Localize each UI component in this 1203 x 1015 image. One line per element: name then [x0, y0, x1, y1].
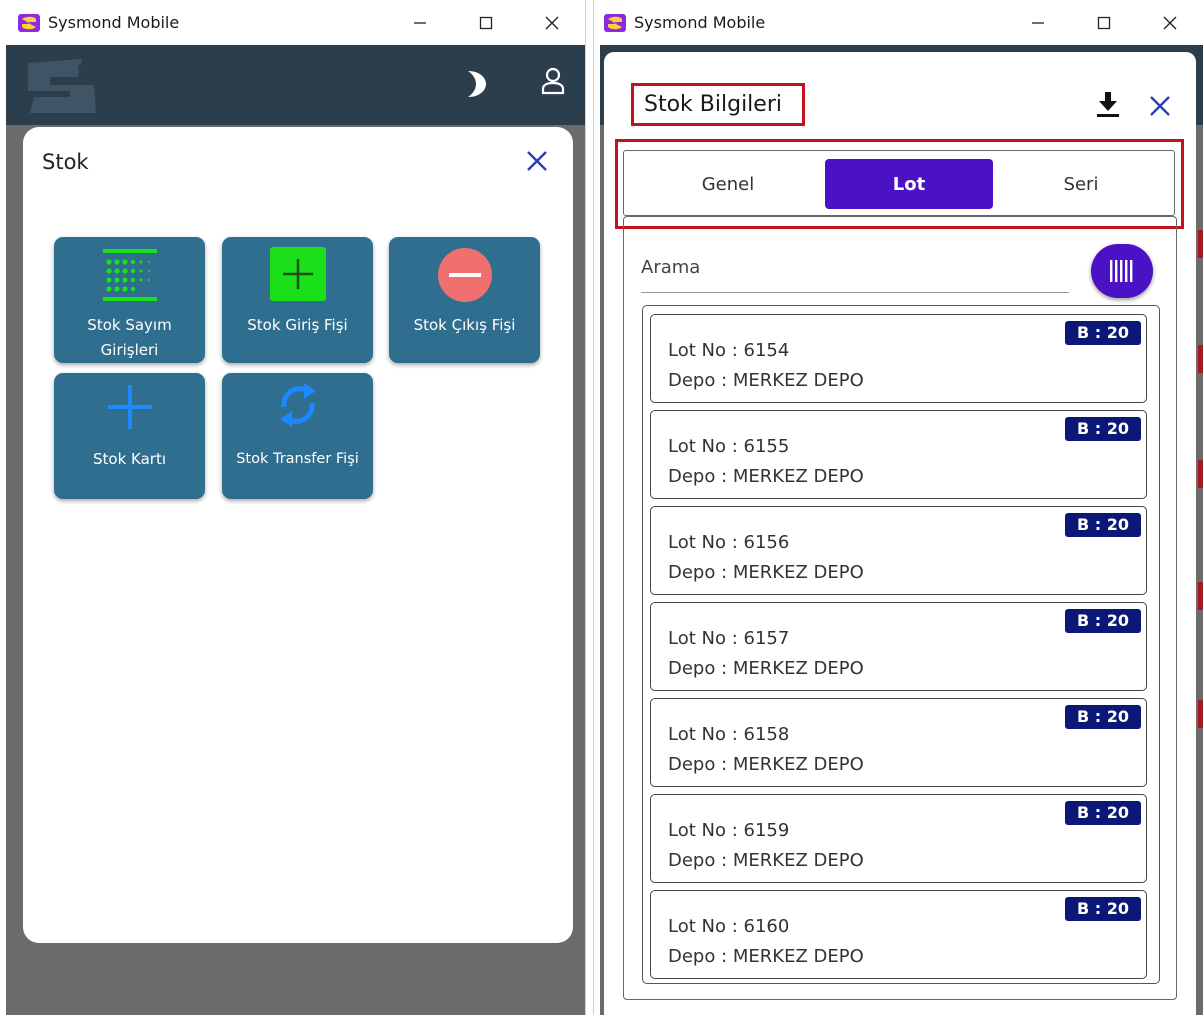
tile-stok-sayim-girisleri[interactable]: Stok Sayım Girişleri — [54, 237, 205, 363]
lot-list-item[interactable]: Lot No : 6157 Depo : MERKEZ DEPO B : 20 — [650, 602, 1147, 691]
quantity-badge: B : 20 — [1065, 609, 1141, 633]
quantity-badge: B : 20 — [1065, 801, 1141, 825]
tile-label: Stok Çıkış Fişi — [413, 316, 516, 334]
tile-stok-transfer-fisi[interactable]: Stok Transfer Fişi — [222, 373, 373, 499]
search-input[interactable]: Arama — [641, 257, 700, 278]
close-icon[interactable] — [519, 0, 585, 45]
quantity-badge: B : 20 — [1065, 417, 1141, 441]
download-icon[interactable] — [1097, 92, 1119, 118]
lot-list-item[interactable]: Lot No : 6160 Depo : MERKEZ DEPO B : 20 — [650, 890, 1147, 979]
background-marker — [1198, 700, 1203, 728]
depo-name: Depo : MERKEZ DEPO — [668, 466, 864, 487]
user-icon[interactable] — [540, 67, 566, 95]
right-window: Sysmond Mobile Stok Bilgileri Genel Lot … — [593, 0, 1203, 1015]
depo-name: Depo : MERKEZ DEPO — [668, 946, 864, 967]
lot-number: Lot No : 6155 — [668, 436, 790, 457]
lot-number: Lot No : 6157 — [668, 628, 790, 649]
title-bar: Sysmond Mobile — [0, 0, 585, 45]
quantity-badge: B : 20 — [1065, 705, 1141, 729]
background-marker — [1198, 345, 1203, 373]
app-bar — [6, 45, 585, 125]
lot-list-item[interactable]: Lot No : 6159 Depo : MERKEZ DEPO B : 20 — [650, 794, 1147, 883]
minimize-icon[interactable] — [387, 0, 453, 45]
quantity-badge: B : 20 — [1065, 897, 1141, 921]
tab-seri[interactable]: Seri — [1014, 159, 1148, 209]
lot-list-item[interactable]: Lot No : 6158 Depo : MERKEZ DEPO B : 20 — [650, 698, 1147, 787]
tile-label: Stok Giriş Fişi — [247, 316, 348, 334]
tile-label: Stok Transfer Fişi — [236, 451, 359, 467]
lot-number: Lot No : 6154 — [668, 340, 790, 361]
background-marker — [1198, 230, 1203, 258]
lot-number: Lot No : 6158 — [668, 724, 790, 745]
plus-icon — [107, 385, 152, 429]
close-icon[interactable] — [1149, 95, 1171, 117]
tile-stok-karti[interactable]: Stok Kartı — [54, 373, 205, 499]
plus-square-icon — [269, 247, 326, 301]
tile-stok-cikis-fisi[interactable]: Stok Çıkış Fişi — [389, 237, 540, 363]
window-title: Sysmond Mobile — [634, 13, 766, 32]
tab-bar: Genel Lot Seri — [623, 150, 1175, 216]
depo-name: Depo : MERKEZ DEPO — [668, 754, 864, 775]
dialog-title: Stok — [42, 150, 89, 174]
quantity-badge: B : 20 — [1065, 321, 1141, 345]
close-icon[interactable] — [1137, 0, 1203, 45]
maximize-icon[interactable] — [1071, 0, 1137, 45]
lot-number: Lot No : 6156 — [668, 532, 790, 553]
background-marker — [1198, 582, 1203, 610]
stok-dialog: Stok Stok Sayım Girişleri Stok Giriş Fiş… — [23, 127, 573, 943]
moon-icon[interactable] — [462, 69, 488, 99]
left-window: Sysmond Mobile Stok Stok Sayım Girişleri… — [0, 0, 586, 1015]
depo-name: Depo : MERKEZ DEPO — [668, 370, 864, 391]
brand-logo-icon — [28, 59, 96, 113]
tile-label: Stok Sayım Girişleri — [87, 316, 172, 359]
barcode-scan-button[interactable] — [1091, 244, 1153, 298]
lot-list-item[interactable]: Lot No : 6154 Depo : MERKEZ DEPO B : 20 — [650, 314, 1147, 403]
depo-name: Depo : MERKEZ DEPO — [668, 850, 864, 871]
search-underline — [641, 292, 1069, 293]
grid-dots-icon — [102, 249, 157, 301]
app-logo-icon — [18, 13, 40, 32]
background-marker — [1198, 460, 1203, 488]
window-title: Sysmond Mobile — [48, 13, 180, 32]
maximize-icon[interactable] — [453, 0, 519, 45]
depo-name: Depo : MERKEZ DEPO — [668, 658, 864, 679]
tab-genel[interactable]: Genel — [654, 159, 802, 209]
barcode-icon — [1110, 260, 1133, 282]
lot-number: Lot No : 6159 — [668, 820, 790, 841]
tab-lot[interactable]: Lot — [825, 159, 993, 209]
tile-stok-giris-fisi[interactable]: Stok Giriş Fişi — [222, 237, 373, 363]
dialog-title: Stok Bilgileri — [644, 92, 782, 117]
title-bar: Sysmond Mobile — [594, 0, 1203, 45]
quantity-badge: B : 20 — [1065, 513, 1141, 537]
minimize-icon[interactable] — [1005, 0, 1071, 45]
minus-circle-icon — [437, 248, 492, 302]
lot-number: Lot No : 6160 — [668, 916, 790, 937]
tile-label: Stok Kartı — [92, 450, 166, 468]
sync-icon — [279, 383, 316, 427]
app-logo-icon — [604, 13, 626, 32]
lot-list-item[interactable]: Lot No : 6155 Depo : MERKEZ DEPO B : 20 — [650, 410, 1147, 499]
close-icon[interactable] — [525, 149, 549, 173]
depo-name: Depo : MERKEZ DEPO — [668, 562, 864, 583]
lot-list-item[interactable]: Lot No : 6156 Depo : MERKEZ DEPO B : 20 — [650, 506, 1147, 595]
